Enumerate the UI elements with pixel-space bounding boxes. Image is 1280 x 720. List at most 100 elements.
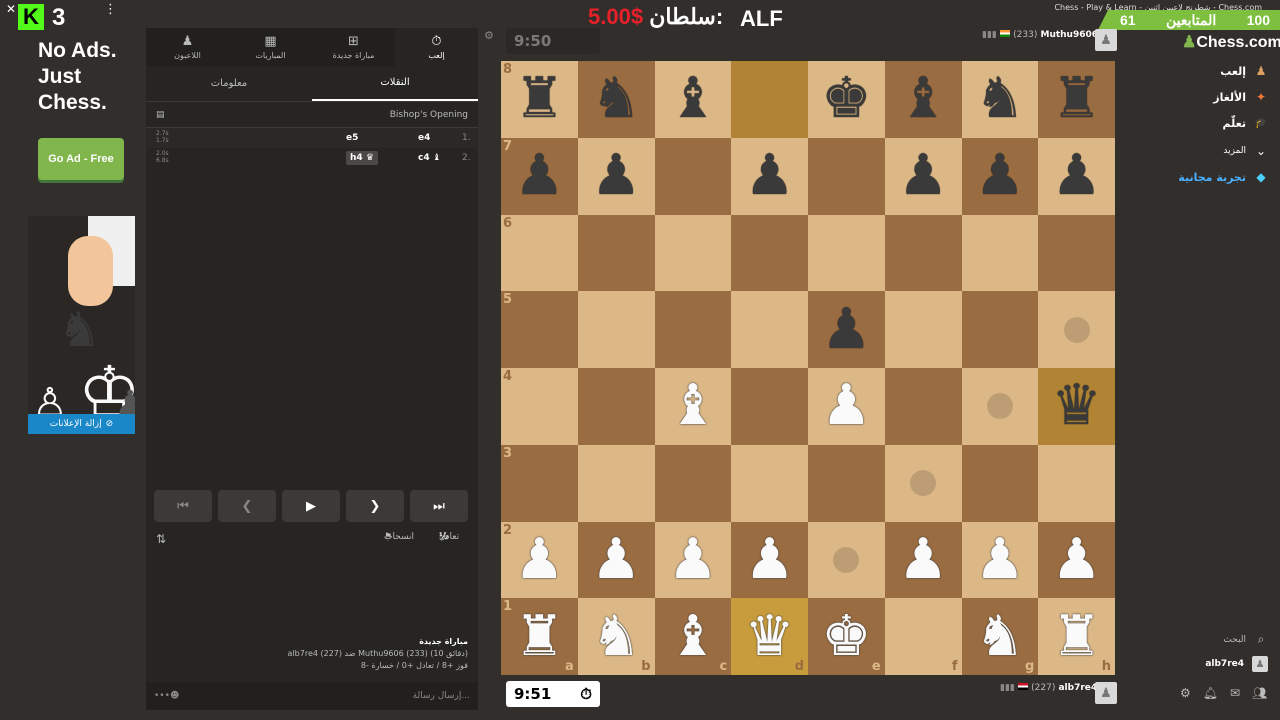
square-f7[interactable]: ♟ bbox=[884, 137, 962, 215]
player-info[interactable]: ▮▮▮ (227) alb7re4 bbox=[1000, 683, 1097, 693]
white-knight-icon[interactable]: ♞ bbox=[975, 608, 1025, 665]
close-icon[interactable]: ✕ bbox=[6, 2, 16, 16]
square-d6[interactable] bbox=[731, 214, 808, 292]
square-a1[interactable]: 1 a ♜ bbox=[501, 598, 578, 675]
chat-input[interactable]: إرسال رسالة... bbox=[179, 691, 470, 701]
nav-play[interactable]: إلعب ♟ bbox=[1220, 64, 1268, 78]
subtab-moves[interactable]: النقلات bbox=[312, 66, 478, 101]
legal-move-dot[interactable] bbox=[910, 470, 937, 497]
move-black-current[interactable]: h4 ♛ bbox=[346, 151, 378, 165]
square-e3[interactable] bbox=[808, 444, 885, 522]
square-c3[interactable] bbox=[654, 444, 732, 522]
square-b4[interactable] bbox=[577, 368, 655, 445]
square-g8[interactable]: ♞ bbox=[961, 61, 1039, 138]
white-king-icon[interactable]: ♚ bbox=[821, 608, 871, 665]
square-h4[interactable]: ♛ bbox=[1038, 368, 1115, 445]
black-rook-icon[interactable]: ♜ bbox=[1052, 71, 1102, 127]
square-c1[interactable]: c ♝ bbox=[654, 598, 732, 675]
nav-more[interactable]: المزيد ⌄ bbox=[1223, 144, 1268, 158]
square-a5[interactable]: 5 bbox=[501, 291, 578, 368]
nav-free-trial[interactable]: تجربة مجانية ◆ bbox=[1178, 170, 1268, 184]
square-c8[interactable]: ♝ bbox=[654, 61, 732, 138]
square-g5[interactable] bbox=[961, 291, 1039, 368]
white-pawn-icon[interactable]: ♟ bbox=[514, 531, 564, 588]
black-knight-icon[interactable]: ♞ bbox=[975, 71, 1025, 127]
square-c2[interactable]: ♟ bbox=[654, 521, 732, 599]
square-e5[interactable]: ♟ bbox=[808, 291, 885, 368]
square-b6[interactable] bbox=[577, 214, 655, 292]
move-white[interactable]: c4 ♝ bbox=[418, 153, 441, 163]
square-b5[interactable] bbox=[577, 291, 655, 368]
white-pawn-icon[interactable]: ♟ bbox=[591, 531, 641, 588]
first-move-button[interactable]: ⏮ bbox=[154, 490, 212, 522]
nav-learn[interactable]: تعلّم 🎓 bbox=[1223, 117, 1268, 130]
square-e1[interactable]: e ♚ bbox=[808, 598, 885, 675]
white-queen-icon[interactable]: ♛ bbox=[745, 608, 795, 665]
black-pawn-icon[interactable]: ♟ bbox=[898, 148, 948, 204]
square-f5[interactable] bbox=[884, 291, 962, 368]
board-settings-icon[interactable]: ⚙ bbox=[484, 29, 494, 42]
square-d7[interactable]: ♟ bbox=[731, 137, 808, 215]
square-b7[interactable]: ♟ bbox=[577, 137, 655, 215]
draw-button[interactable]: تعادل ½ bbox=[439, 532, 459, 542]
next-move-button[interactable]: ❯ bbox=[346, 490, 404, 522]
square-h8[interactable]: ♜ bbox=[1038, 61, 1115, 138]
square-a8[interactable]: 8 ♜ bbox=[501, 61, 578, 138]
white-pawn-icon[interactable]: ♟ bbox=[898, 531, 948, 588]
settings-icon[interactable]: ⚙ bbox=[1180, 686, 1191, 700]
square-a7[interactable]: 7 ♟ bbox=[501, 137, 578, 215]
white-pawn-icon[interactable]: ♟ bbox=[668, 531, 718, 588]
last-move-button[interactable]: ⏭ bbox=[410, 490, 468, 522]
square-b1[interactable]: b ♞ bbox=[577, 598, 655, 675]
more-options-icon[interactable]: ••• bbox=[154, 691, 170, 701]
opponent-avatar[interactable]: ♟ bbox=[1095, 29, 1117, 51]
square-b8[interactable]: ♞ bbox=[577, 61, 655, 138]
square-h7[interactable]: ♟ bbox=[1038, 137, 1115, 215]
square-f4[interactable] bbox=[884, 368, 962, 445]
white-rook-icon[interactable]: ♜ bbox=[1052, 608, 1102, 665]
square-h2[interactable]: ♟ bbox=[1038, 521, 1115, 599]
square-f2[interactable]: ♟ bbox=[884, 521, 962, 599]
black-bishop-icon[interactable]: ♝ bbox=[898, 71, 948, 127]
previous-move-button[interactable]: ❮ bbox=[218, 490, 276, 522]
black-knight-icon[interactable]: ♞ bbox=[591, 71, 641, 127]
white-bishop-icon[interactable]: ♝ bbox=[668, 608, 718, 665]
go-ad-free-button[interactable]: Go Ad - Free bbox=[38, 138, 124, 180]
nav-puzzles[interactable]: الألغاز ✦ bbox=[1213, 90, 1268, 104]
nav-search[interactable]: البحث ⌕ bbox=[1223, 632, 1268, 647]
black-pawn-icon[interactable]: ♟ bbox=[975, 148, 1025, 204]
square-b3[interactable] bbox=[577, 444, 655, 522]
square-a3[interactable]: 3 bbox=[501, 444, 578, 522]
flip-board-icon[interactable]: ⇅ bbox=[156, 532, 166, 546]
square-e6[interactable] bbox=[808, 214, 885, 292]
square-g4[interactable] bbox=[961, 368, 1039, 445]
square-c4[interactable]: ♝ bbox=[654, 368, 732, 445]
square-e7[interactable] bbox=[808, 137, 885, 215]
tab-new-game[interactable]: ⊞ مباراة جديدة bbox=[312, 28, 395, 66]
black-rook-icon[interactable]: ♜ bbox=[514, 71, 564, 127]
square-d4[interactable] bbox=[731, 368, 808, 445]
black-pawn-icon[interactable]: ♟ bbox=[591, 148, 641, 204]
opponent-info[interactable]: ▮▮▮ (233) Muthu9606 bbox=[982, 30, 1098, 40]
square-e8[interactable]: ♚ bbox=[808, 61, 885, 138]
square-b2[interactable]: ♟ bbox=[577, 521, 655, 599]
square-g1[interactable]: g ♞ bbox=[961, 598, 1039, 675]
chesscom-logo[interactable]: ♟Chess.com bbox=[1182, 32, 1280, 52]
square-f6[interactable] bbox=[884, 214, 962, 292]
emoji-icon[interactable]: ☻ bbox=[170, 691, 179, 701]
square-d3[interactable] bbox=[731, 444, 808, 522]
white-bishop-icon[interactable]: ♝ bbox=[668, 378, 718, 434]
square-g6[interactable] bbox=[961, 214, 1039, 292]
black-bishop-icon[interactable]: ♝ bbox=[668, 71, 718, 127]
square-c5[interactable] bbox=[654, 291, 732, 368]
square-d2[interactable]: ♟ bbox=[731, 521, 808, 599]
white-knight-icon[interactable]: ♞ bbox=[591, 608, 641, 665]
square-c7[interactable] bbox=[654, 137, 732, 215]
messages-icon[interactable]: ✉ bbox=[1230, 686, 1240, 700]
move-white[interactable]: e4 bbox=[418, 133, 430, 143]
square-h6[interactable] bbox=[1038, 214, 1115, 292]
friends-icon[interactable]: 👥︎ bbox=[1252, 686, 1267, 700]
white-pawn-icon[interactable]: ♟ bbox=[821, 378, 871, 434]
move-black[interactable]: e5 bbox=[346, 133, 358, 143]
black-pawn-icon[interactable]: ♟ bbox=[514, 148, 564, 204]
